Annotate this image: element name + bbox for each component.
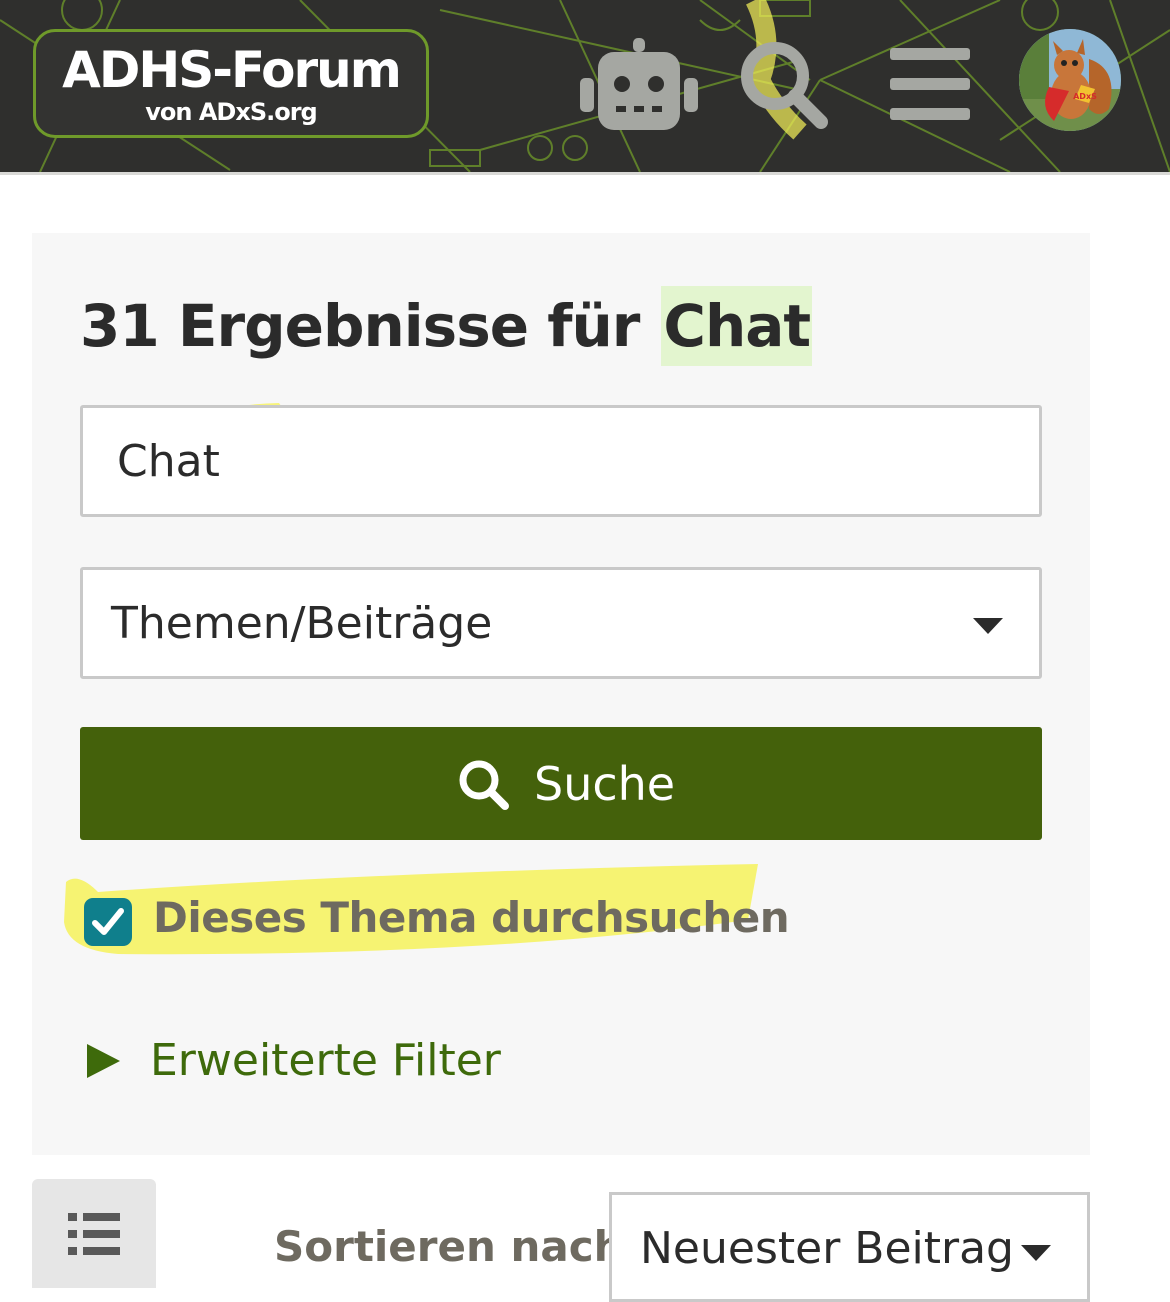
checkmark-icon	[92, 908, 124, 935]
search-term-highlight: Chat	[661, 286, 813, 366]
sort-order-value: Neuester Beitrag	[640, 1223, 1014, 1274]
search-query-input[interactable]	[83, 408, 1039, 514]
hamburger-menu-icon[interactable]	[890, 48, 970, 120]
search-this-topic-checkbox[interactable]	[84, 898, 132, 946]
search-scope-select[interactable]: Themen/Beiträge	[80, 567, 1042, 679]
sort-label: Sortieren nach	[274, 1222, 624, 1271]
search-scope-value: Themen/Beiträge	[111, 598, 493, 649]
site-logo[interactable]: ADHS-Forum von ADxS.org	[33, 29, 429, 138]
search-button-label: Suche	[534, 757, 676, 811]
search-this-topic-label[interactable]: Dieses Thema durchsuchen	[153, 893, 790, 942]
sort-order-select[interactable]: Neuester Beitrag	[609, 1192, 1090, 1302]
search-icon[interactable]	[737, 38, 831, 132]
results-count-text: 31 Ergebnisse für	[80, 292, 640, 360]
user-avatar[interactable]: ADxS	[1019, 29, 1121, 131]
logo-subtitle: von ADxS.org	[145, 98, 317, 126]
advanced-filters-toggle[interactable]: Erweiterte Filter	[150, 1035, 501, 1086]
search-panel	[32, 233, 1090, 1155]
avatar-badge-text: ADxS	[1073, 92, 1097, 101]
results-heading: 31 Ergebnisse für Chat	[80, 286, 813, 366]
chevron-down-icon	[1021, 1245, 1051, 1261]
list-view-toggle[interactable]	[32, 1179, 156, 1288]
logo-title: ADHS-Forum	[62, 41, 402, 99]
list-icon	[68, 1213, 120, 1255]
chevron-down-icon	[973, 618, 1003, 634]
site-header: ADHS-Forum von ADxS.org ADxS	[0, 0, 1170, 175]
robot-icon[interactable]	[580, 38, 698, 132]
search-query-field[interactable]	[80, 405, 1042, 517]
squirrel-avatar-image: ADxS	[1019, 29, 1121, 131]
disclosure-triangle-icon[interactable]	[87, 1044, 120, 1078]
search-icon	[459, 760, 509, 810]
search-button[interactable]: Suche	[80, 727, 1042, 840]
